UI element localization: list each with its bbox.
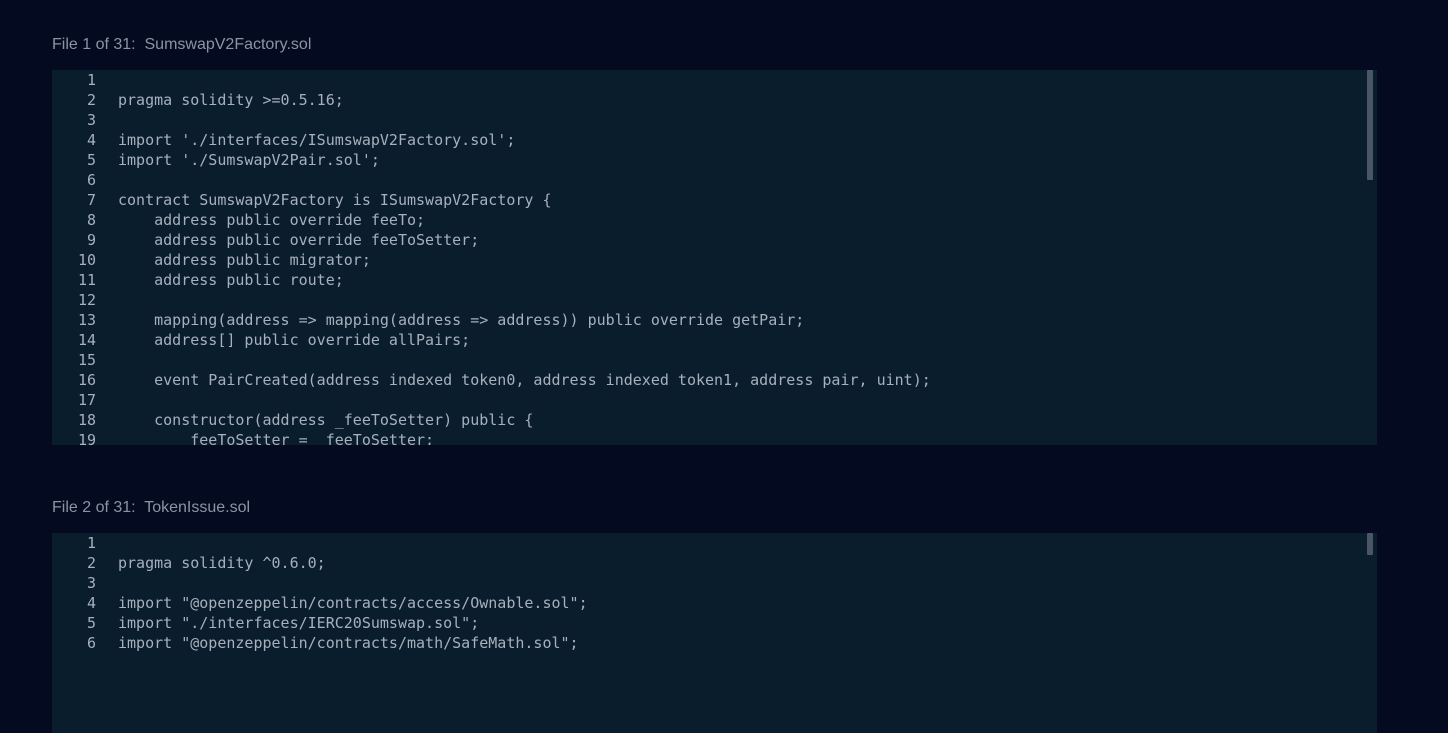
line-number: 15 [77,351,96,369]
line-code: constructor(address _feeToSetter) public… [118,411,534,429]
code-line: 8 address public override feeTo; [52,210,1367,230]
line-number: 7 [86,191,96,209]
line-number: 4 [86,131,96,149]
line-code: address[] public override allPairs; [118,331,471,349]
line-code: pragma solidity ^0.6.0; [118,554,326,572]
line-number: 19 [77,431,96,445]
line-number: 5 [86,614,96,632]
line-code: contract SumswapV2Factory is ISumswapV2F… [118,191,552,209]
line-number: 2 [86,554,96,572]
line-number: 3 [86,574,96,592]
code-line: 3 [52,573,1367,593]
code-line: 4 import './interfaces/ISumswapV2Factory.… [52,130,1367,150]
file-header: File 2 of 31: TokenIssue.sol [52,499,251,516]
code-viewer[interactable]: 1 2 pragma solidity ^0.6.0; 3 4 import "@open… [52,533,1377,733]
code-line: 4 import "@openzeppelin/contracts/access/… [52,593,1367,613]
line-code: import "@openzeppelin/contracts/math/Saf… [118,634,579,652]
line-code: pragma solidity >=0.5.16; [118,91,344,109]
line-number: 6 [86,171,96,189]
code-line: 6 [52,170,1367,190]
line-code: address public override feeToSetter; [118,231,480,249]
scrollbar-thumb[interactable] [1367,70,1373,180]
code-lines: 1 2 pragma solidity >=0.5.16; 3 4 import './i… [52,70,1367,445]
line-number: 9 [86,231,96,249]
code-line: 5 import './SumswapV2Pair.sol'; [52,150,1367,170]
code-line: 13 mapping(address => mapping(address =>… [52,310,1367,330]
code-line: 2 pragma solidity >=0.5.16; [52,90,1367,110]
line-code: address public migrator; [118,251,371,269]
code-line: 18 constructor(address _feeToSetter) pub… [52,410,1367,430]
scrollbar-thumb[interactable] [1367,533,1373,555]
file-header: File 1 of 31: SumswapV2Factory.sol [52,36,312,53]
line-number: 10 [77,251,96,269]
line-number: 4 [86,594,96,612]
code-line: 3 [52,110,1367,130]
code-line: 17 [52,390,1367,410]
line-number: 18 [77,411,96,429]
code-line: 15 [52,350,1367,370]
line-number: 2 [86,91,96,109]
code-line: 6 import "@openzeppelin/contracts/math/Sa… [52,633,1367,653]
line-code: import './SumswapV2Pair.sol'; [118,151,380,169]
line-number: 5 [86,151,96,169]
line-number: 17 [77,391,96,409]
line-number: 1 [86,534,96,552]
code-line: 1 [52,533,1367,553]
line-number: 11 [77,271,96,289]
line-code: event PairCreated(address indexed token0… [118,371,931,389]
line-number: 8 [86,211,96,229]
code-line: 1 [52,70,1367,90]
line-number: 14 [77,331,96,349]
file-block-2: File 2 of 31: TokenIssue.sol 1 2 pragma so… [52,498,1377,733]
line-number: 12 [77,291,96,309]
line-number: 3 [86,111,96,129]
code-line: 9 address public override feeToSetter; [52,230,1367,250]
line-code: import "@openzeppelin/contracts/access/O… [118,594,588,612]
code-line: 11 address public route; [52,270,1367,290]
code-line: 19 feeToSetter = _feeToSetter; [52,430,1367,445]
line-number: 13 [77,311,96,329]
line-code: import "./interfaces/IERC20Sumswap.sol"; [118,614,480,632]
code-line: 5 import "./interfaces/IERC20Sumswap.sol"… [52,613,1367,633]
code-line: 16 event PairCreated(address indexed tok… [52,370,1367,390]
line-code: address public override feeTo; [118,211,426,229]
code-line: 12 [52,290,1367,310]
code-viewer[interactable]: 1 2 pragma solidity >=0.5.16; 3 4 import './i… [52,70,1377,445]
code-line: 2 pragma solidity ^0.6.0; [52,553,1367,573]
line-code: feeToSetter = _feeToSetter; [118,431,435,445]
code-line: 14 address[] public override allPairs; [52,330,1367,350]
line-code: import './interfaces/ISumswapV2Factory.s… [118,131,516,149]
line-number: 16 [77,371,96,389]
line-number: 6 [86,634,96,652]
code-line: 7 contract SumswapV2Factory is ISumswapV2… [52,190,1367,210]
file-block-1: File 1 of 31: SumswapV2Factory.sol 1 2 pra… [52,35,1377,445]
line-code: mapping(address => mapping(address => ad… [118,311,805,329]
line-code: address public route; [118,271,344,289]
code-lines: 1 2 pragma solidity ^0.6.0; 3 4 import "@open… [52,533,1367,653]
code-line: 10 address public migrator; [52,250,1367,270]
line-number: 1 [86,71,96,89]
